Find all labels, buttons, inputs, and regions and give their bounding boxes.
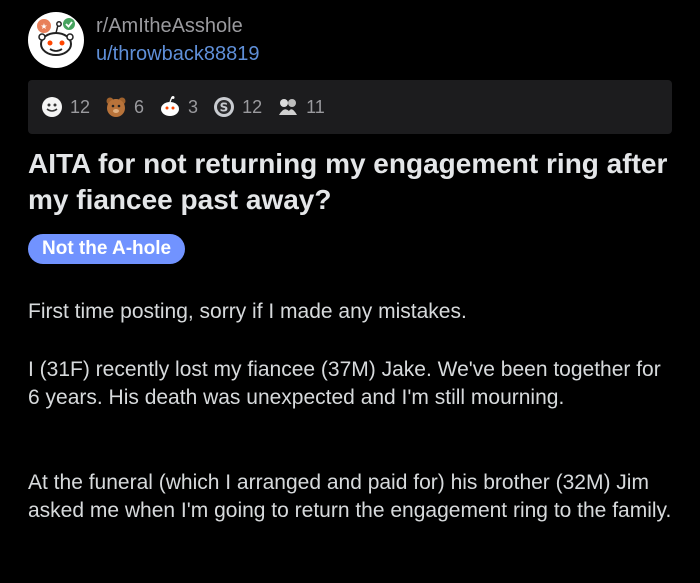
author-username[interactable]: u/throwback88819 xyxy=(96,42,259,66)
award-count: 11 xyxy=(306,96,325,117)
award-wholesome[interactable]: 12 xyxy=(40,95,90,119)
subreddit-name[interactable]: r/AmItheAsshole xyxy=(96,14,259,38)
hug-award-icon xyxy=(279,99,298,115)
post-body-paragraph: At the funeral (which I arranged and pai… xyxy=(28,471,672,522)
svg-text:★: ★ xyxy=(40,22,47,31)
svg-text:S: S xyxy=(220,101,229,115)
post-body-paragraph: First time posting, sorry if I made any … xyxy=(28,300,467,323)
award-count: 12 xyxy=(242,96,263,117)
award-count: 6 xyxy=(134,96,145,117)
subreddit-avatar[interactable]: ★ xyxy=(28,12,84,68)
wholesome-award-icon xyxy=(42,97,62,117)
award-bear[interactable]: 6 xyxy=(104,95,144,119)
awards-bar[interactable]: 12 6 3 S 12 11 xyxy=(28,80,672,134)
post-title[interactable]: AITA for not returning my engagement rin… xyxy=(28,146,678,218)
award-hug[interactable]: 11 xyxy=(276,95,325,119)
award-count: 12 xyxy=(70,96,91,117)
bear-award-icon xyxy=(106,97,126,117)
award-count: 3 xyxy=(188,96,199,117)
post-view: ★ r/AmItheAsshole u/throwback88819 12 6 … xyxy=(0,0,700,583)
snoo-face-award-icon xyxy=(161,96,180,116)
snoo-icon: ★ xyxy=(37,18,75,56)
post-body-paragraph: I (31F) recently lost my fiancee (37M) J… xyxy=(28,358,661,409)
award-silver[interactable]: S 12 xyxy=(212,95,262,119)
post-header: ★ r/AmItheAsshole u/throwback88819 xyxy=(28,12,259,68)
award-snoo-face[interactable]: 3 xyxy=(158,95,198,119)
post-meta: r/AmItheAsshole u/throwback88819 xyxy=(96,14,259,66)
post-flair[interactable]: Not the A-hole xyxy=(28,234,186,264)
silver-award-icon: S xyxy=(214,97,235,117)
